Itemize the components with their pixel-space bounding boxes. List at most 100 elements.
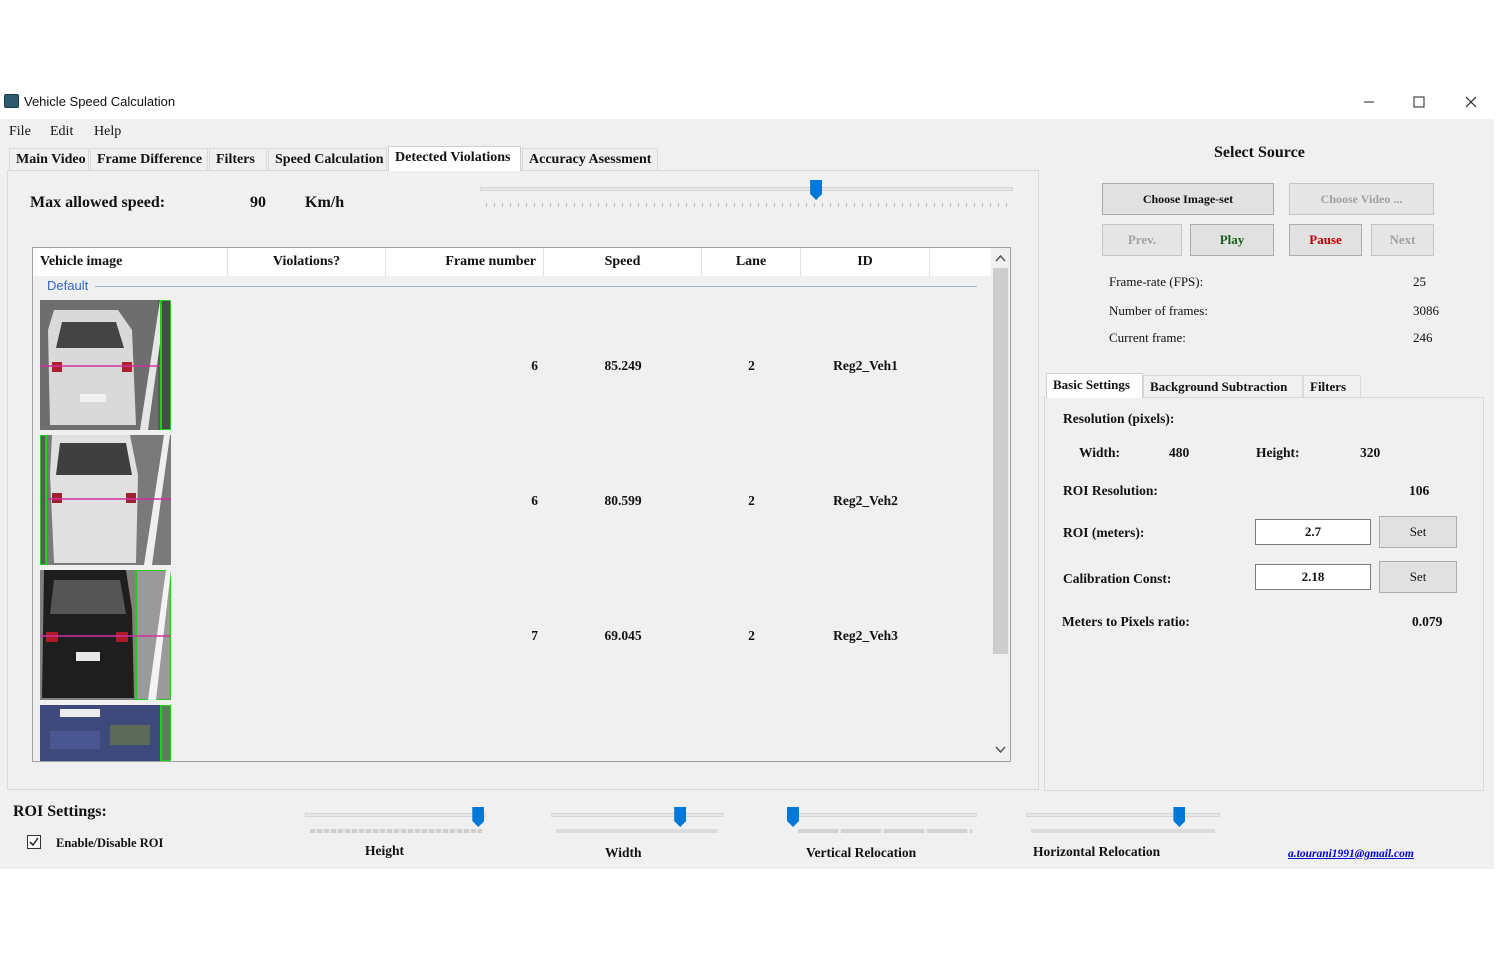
col-speed[interactable]: Speed — [544, 248, 702, 276]
roi-meters-input[interactable]: 2.7 — [1255, 519, 1371, 545]
roi-meters-label: ROI (meters): — [1063, 525, 1145, 540]
choose-video-button[interactable]: Choose Video ... — [1289, 183, 1434, 215]
tab-speed-calculation[interactable]: Speed Calculation — [268, 148, 387, 170]
max-speed-unit: Km/h — [305, 194, 345, 211]
col-filler — [930, 248, 992, 276]
cell-frame: 7 — [531, 628, 538, 643]
current-frame-value: 246 — [1413, 330, 1433, 345]
calibration-input[interactable]: 2.18 — [1255, 564, 1371, 590]
cell-frame: 6 — [531, 358, 538, 373]
roi-vertical-ticks — [798, 829, 972, 833]
max-speed-slider-thumb[interactable] — [810, 180, 823, 200]
prev-button[interactable]: Prev. — [1102, 224, 1182, 256]
tab-accuracy-assessment[interactable]: Accuracy Asessment — [522, 148, 658, 170]
roi-horizontal-label: Horizontal Relocation — [1033, 844, 1161, 859]
window-title: Vehicle Speed Calculation — [24, 94, 176, 109]
tab-basic-settings[interactable]: Basic Settings — [1046, 373, 1143, 398]
vehicle-photo-1 — [40, 300, 171, 430]
calibration-label: Calibration Const: — [1063, 571, 1172, 586]
enable-roi-checkbox[interactable] — [27, 835, 41, 849]
scroll-up-icon[interactable] — [995, 254, 1006, 262]
cell-lane: 2 — [748, 628, 755, 643]
framerate-value: 25 — [1413, 274, 1426, 289]
vehicle-image — [40, 300, 171, 430]
title-bar: Vehicle Speed Calculation — [0, 85, 1494, 119]
minimize-icon — [1364, 101, 1374, 103]
cell-id: Reg2_Veh1 — [833, 358, 898, 373]
tab-frame-difference[interactable]: Frame Difference — [90, 148, 208, 170]
roi-width-track — [551, 813, 723, 817]
cell-id: Reg2_Veh3 — [833, 628, 898, 643]
height-label: Height: — [1256, 445, 1300, 460]
roi-set-button[interactable]: Set — [1379, 516, 1457, 548]
tab-filters[interactable]: Filters — [209, 148, 267, 170]
cell-id: Reg2_Veh2 — [833, 493, 898, 508]
num-frames-label: Number of frames: — [1109, 303, 1208, 318]
col-id[interactable]: ID — [801, 248, 930, 276]
max-speed-label: Max allowed speed: — [30, 194, 166, 211]
col-violations[interactable]: Violations? — [228, 248, 386, 276]
cell-speed: 80.599 — [604, 493, 642, 508]
group-divider — [95, 286, 977, 287]
current-frame-label: Current frame: — [1109, 330, 1186, 345]
group-label: Default — [47, 278, 89, 293]
email-link[interactable]: a.tourani1991@gmail.com — [1288, 848, 1414, 860]
col-lane[interactable]: Lane — [702, 248, 801, 276]
max-speed-slider-track — [480, 187, 1013, 191]
roi-vertical-thumb[interactable] — [787, 807, 799, 827]
violations-panel: Max allowed speed: 90 Km/h Vehicle image… — [7, 170, 1039, 790]
roi-height-ticks — [310, 829, 482, 833]
cell-speed: 69.045 — [604, 628, 642, 643]
maximize-icon — [1413, 96, 1425, 108]
max-speed-value: 90 — [250, 194, 266, 211]
choose-imageset-button[interactable]: Choose Image-set — [1102, 183, 1274, 215]
maximize-button[interactable] — [1396, 85, 1442, 119]
resolution-label: Resolution (pixels): — [1063, 411, 1175, 426]
framerate-label: Frame-rate (FPS): — [1109, 274, 1204, 289]
roi-resolution-value: 106 — [1409, 483, 1430, 498]
calibration-set-button[interactable]: Set — [1379, 561, 1457, 593]
col-frame-number[interactable]: Frame number — [386, 248, 544, 276]
table-scrollbar[interactable] — [991, 248, 1010, 761]
max-speed-slider-ticks — [486, 203, 1010, 207]
vehicle-photo-2 — [40, 435, 171, 565]
minimize-button[interactable] — [1346, 85, 1392, 119]
menu-help[interactable]: Help — [94, 124, 121, 140]
roi-width-label: Width — [605, 845, 642, 860]
pause-button[interactable]: Pause — [1289, 224, 1362, 256]
close-icon — [1465, 96, 1477, 108]
scroll-down-icon[interactable] — [995, 746, 1006, 754]
roi-vertical-track — [793, 813, 977, 817]
tab-detected-violations[interactable]: Detected Violations — [388, 146, 521, 171]
num-frames-value: 3086 — [1413, 303, 1439, 318]
height-value: 320 — [1360, 445, 1381, 460]
cell-speed: 85.249 — [604, 358, 642, 373]
app-window: Vehicle Speed Calculation File Edit Help… — [0, 85, 1494, 869]
close-button[interactable] — [1448, 85, 1494, 119]
col-vehicle-image[interactable]: Vehicle image — [33, 248, 228, 276]
next-button[interactable]: Next — [1371, 224, 1434, 256]
roi-vertical-label: Vertical Relocation — [806, 845, 917, 860]
cell-lane: 2 — [748, 493, 755, 508]
menu-file[interactable]: File — [9, 124, 31, 140]
roi-horizontal-thumb[interactable] — [1173, 807, 1186, 827]
tab-settings-filters[interactable]: Filters — [1303, 375, 1361, 397]
vehicle-photo-3 — [40, 570, 171, 700]
roi-height-label: Height — [365, 843, 404, 858]
cell-lane: 2 — [748, 358, 755, 373]
roi-settings-title: ROI Settings: — [13, 803, 107, 820]
roi-height-thumb[interactable] — [472, 807, 485, 827]
roi-width-thumb[interactable] — [674, 807, 687, 827]
meters-pixels-label: Meters to Pixels ratio: — [1062, 614, 1190, 629]
enable-roi-label: Enable/Disable ROI — [56, 836, 164, 850]
roi-height-track — [305, 813, 486, 817]
select-source-title: Select Source — [1214, 144, 1305, 161]
play-button[interactable]: Play — [1190, 224, 1274, 256]
app-icon — [4, 94, 19, 108]
violations-table: Vehicle image Violations? Frame number S… — [32, 247, 1011, 762]
tab-background-subtraction[interactable]: Background Subtraction — [1143, 375, 1303, 397]
tab-main-video[interactable]: Main Video — [9, 148, 89, 170]
width-value: 480 — [1169, 445, 1190, 460]
scrollbar-thumb[interactable] — [993, 268, 1008, 654]
menu-edit[interactable]: Edit — [50, 124, 73, 140]
